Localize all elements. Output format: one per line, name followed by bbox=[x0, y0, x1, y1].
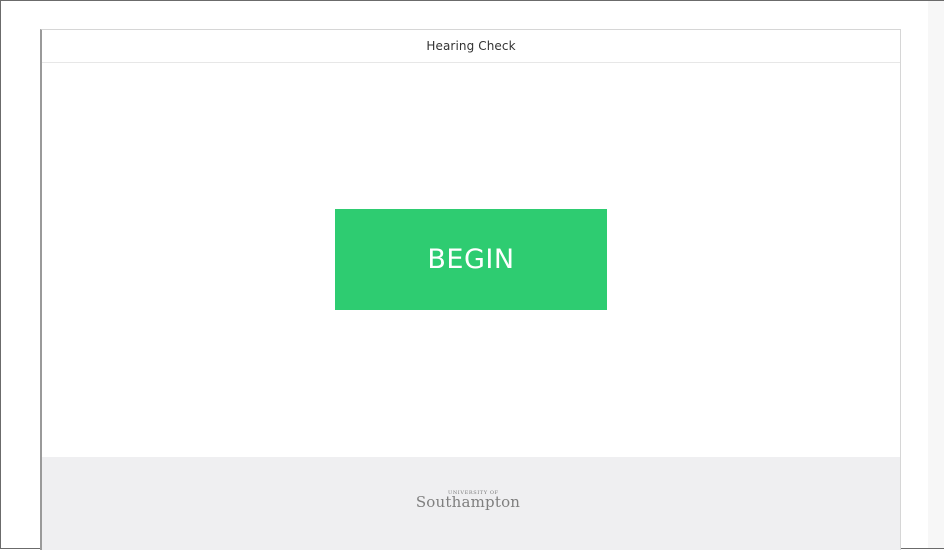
app-header: Hearing Check bbox=[42, 30, 900, 63]
logo-wordmark: Southampton bbox=[415, 492, 521, 511]
footer: UNIVERSITY OF Southampton bbox=[42, 457, 900, 550]
university-logo: UNIVERSITY OF Southampton bbox=[408, 486, 528, 516]
app-title: Hearing Check bbox=[426, 39, 516, 53]
side-panel bbox=[928, 1, 944, 548]
hearing-check-app: Hearing Check BEGIN UNIVERSITY OF Southa… bbox=[40, 29, 901, 550]
main-area: BEGIN bbox=[42, 63, 900, 457]
begin-button[interactable]: BEGIN bbox=[335, 209, 607, 310]
window-frame: Hearing Check BEGIN UNIVERSITY OF Southa… bbox=[0, 0, 944, 550]
